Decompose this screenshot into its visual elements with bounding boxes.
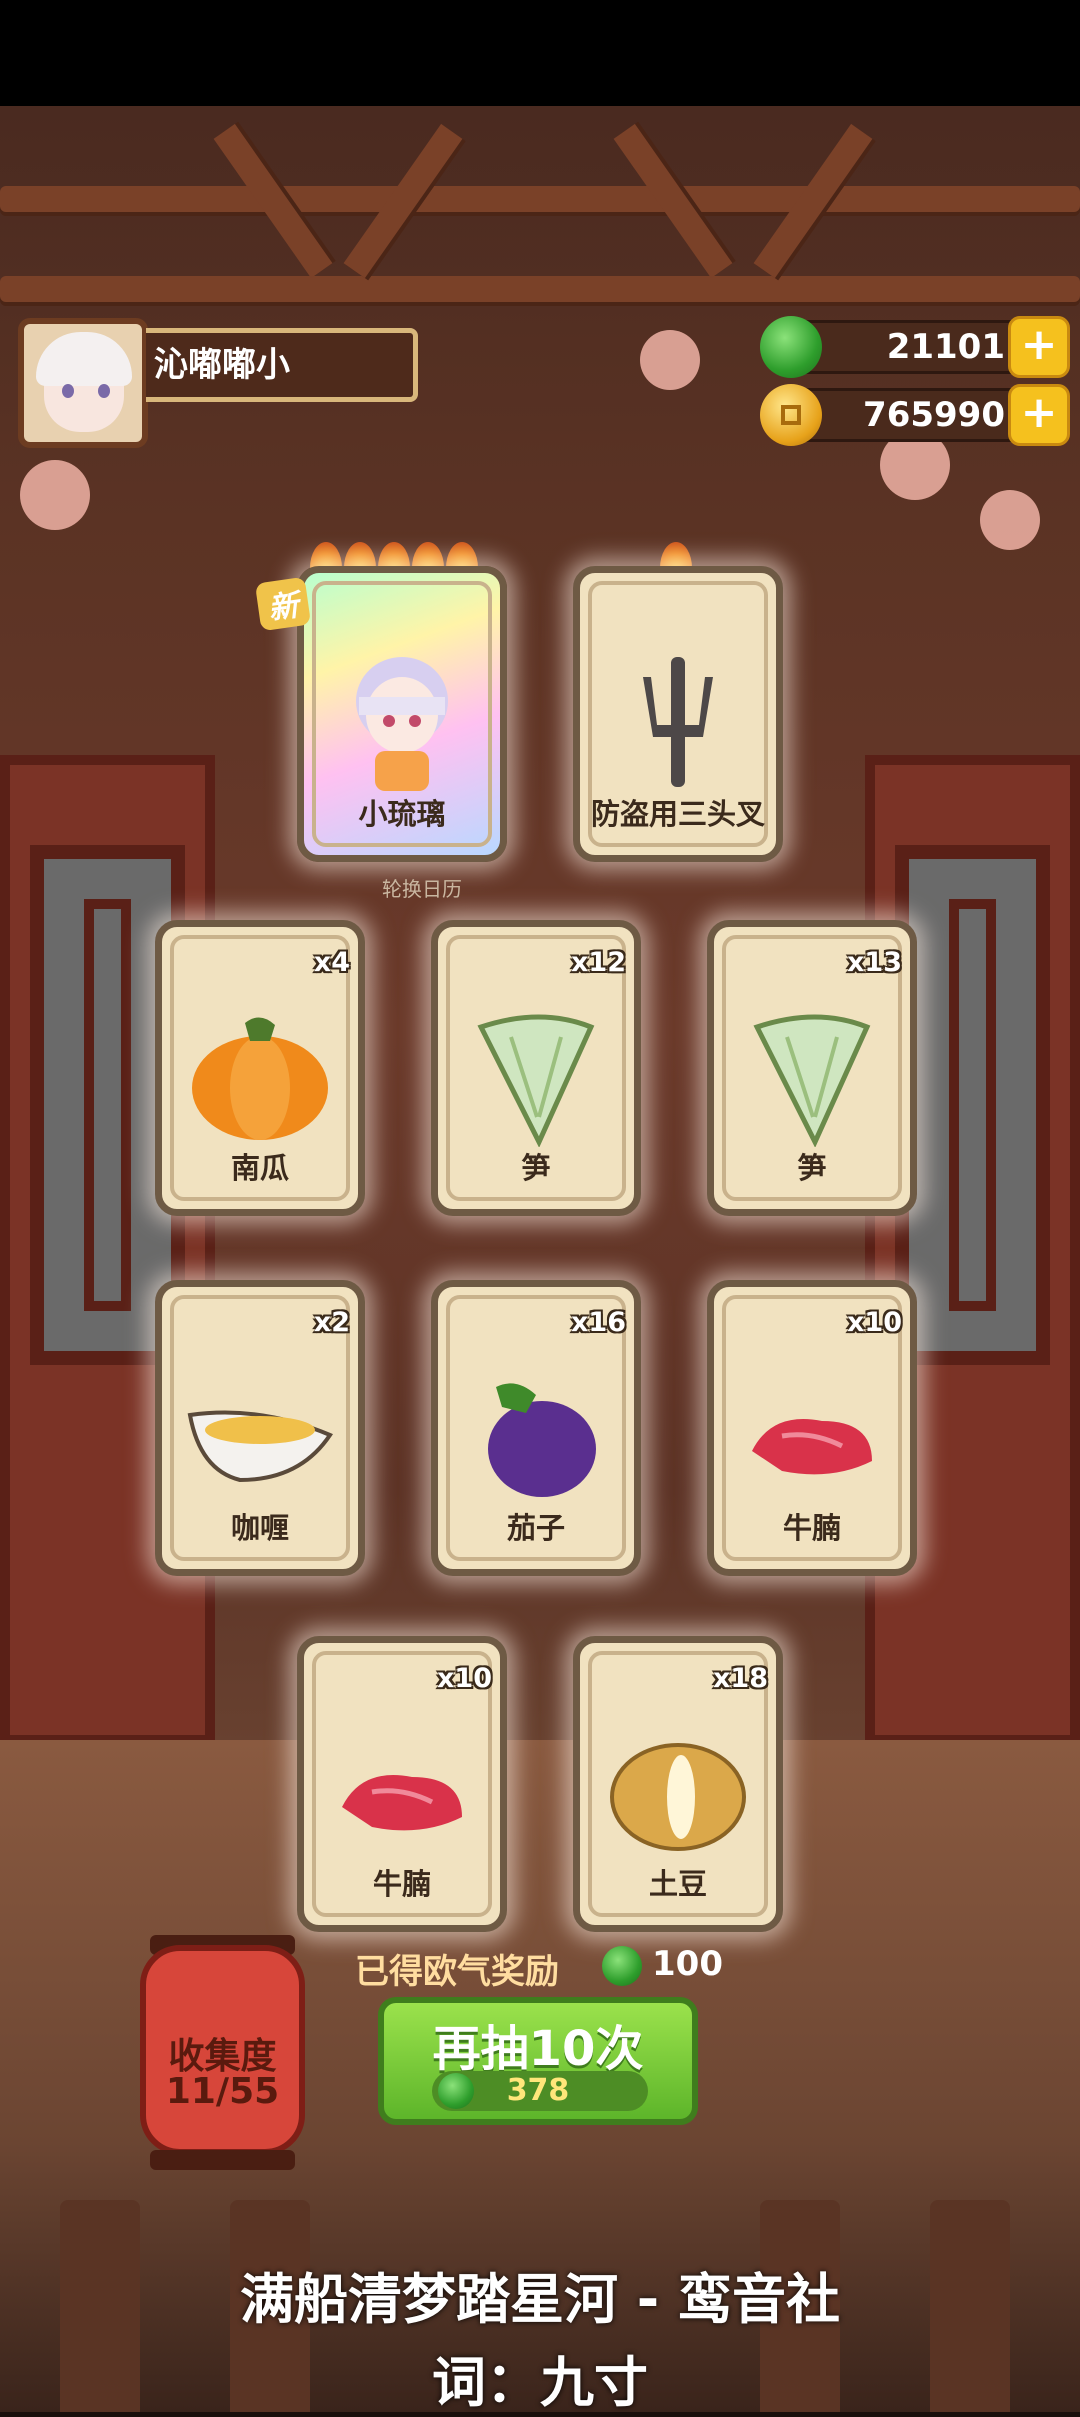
lyric-line-1: 满船清梦踏星河 - 鸾音社 bbox=[239, 2268, 840, 2331]
card-label: 小琉璃 bbox=[358, 797, 446, 831]
curry-bowl-icon bbox=[187, 1410, 333, 1482]
jade-icon bbox=[760, 316, 822, 378]
card-pumpkin[interactable]: x4 南瓜 bbox=[155, 920, 365, 1216]
bamboo-shoot-icon bbox=[753, 1014, 871, 1147]
bonus-label: 已得欧气奖励 bbox=[355, 1952, 559, 1992]
card-label: 咖喱 bbox=[230, 1511, 289, 1545]
card-label: 笋 bbox=[797, 1151, 827, 1185]
player-avatar[interactable] bbox=[18, 318, 148, 448]
card-label: 茄子 bbox=[506, 1511, 565, 1545]
roof-beam bbox=[0, 276, 1080, 302]
bonus-value: 100 bbox=[652, 1944, 723, 1984]
jade-icon bbox=[602, 1946, 642, 1986]
add-jade-button[interactable]: + bbox=[1008, 316, 1070, 378]
card-label: 牛腩 bbox=[372, 1867, 431, 1901]
eggplant-icon bbox=[488, 1382, 596, 1497]
character-art bbox=[356, 656, 448, 791]
card-label: 防盗用三头叉 bbox=[590, 797, 765, 831]
blossom-decoration bbox=[640, 330, 700, 390]
card-qty: x4 bbox=[313, 947, 350, 978]
calendar-label: 轮换日历 bbox=[382, 877, 462, 901]
draw-again-button[interactable]: 再抽10次 378 bbox=[378, 1997, 698, 2125]
blossom-decoration bbox=[980, 490, 1040, 550]
draw-cost-value: 378 bbox=[506, 2073, 570, 2108]
card-potato[interactable]: x18 土豆 bbox=[573, 1636, 783, 1932]
blossom-decoration bbox=[20, 460, 90, 530]
card-label: 南瓜 bbox=[230, 1151, 289, 1185]
card-label: 牛腩 bbox=[782, 1511, 841, 1545]
card-qty: x10 bbox=[847, 1307, 902, 1338]
card-qty: x16 bbox=[571, 1307, 626, 1338]
card-trident[interactable]: 防盗用三头叉 bbox=[573, 566, 783, 862]
roof-beam bbox=[0, 186, 1080, 212]
avatar-eye bbox=[98, 384, 110, 398]
avatar-hair bbox=[36, 332, 132, 386]
card-beef-brisket[interactable]: x10 牛腩 bbox=[707, 1280, 917, 1576]
card-xiaoliuli[interactable]: 小琉璃 bbox=[297, 566, 507, 862]
beef-icon bbox=[752, 1418, 872, 1474]
bamboo-shoot-icon bbox=[477, 1014, 595, 1147]
card-qty: x12 bbox=[571, 947, 626, 978]
jade-currency: 21101 + bbox=[760, 316, 1070, 378]
add-coin-button[interactable]: + bbox=[1008, 384, 1070, 446]
card-qty: x13 bbox=[847, 947, 902, 978]
left-door-panel bbox=[0, 755, 215, 1745]
coin-currency: 765990 + bbox=[760, 384, 1070, 446]
player-name: 沁嘟嘟小 bbox=[146, 328, 418, 402]
avatar-eye bbox=[62, 384, 74, 398]
new-badge: 新 bbox=[254, 576, 312, 632]
card-curry[interactable]: x2 咖喱 bbox=[155, 1280, 365, 1576]
card-label: 笋 bbox=[521, 1151, 551, 1185]
card-qty: x10 bbox=[437, 1663, 492, 1694]
pumpkin-icon bbox=[192, 1017, 328, 1140]
card-bamboo-shoot[interactable]: x12 笋 bbox=[431, 920, 641, 1216]
beef-icon bbox=[342, 1774, 462, 1830]
card-qty: x18 bbox=[713, 1663, 768, 1694]
status-bar bbox=[0, 0, 1080, 106]
jade-value: 21101 bbox=[790, 320, 1040, 374]
collection-progress: 11/55 bbox=[165, 2071, 280, 2112]
lyric-line-2: 词：九寸 bbox=[432, 2351, 648, 2414]
card-bamboo-shoot[interactable]: x13 笋 bbox=[707, 920, 917, 1216]
card-beef-brisket[interactable]: x10 牛腩 bbox=[297, 1636, 507, 1932]
potato-icon bbox=[610, 1742, 746, 1851]
right-door-panel bbox=[865, 755, 1080, 1745]
coin-icon bbox=[760, 384, 822, 446]
card-label: 土豆 bbox=[648, 1867, 707, 1901]
card-eggplant[interactable]: x16 茄子 bbox=[431, 1280, 641, 1576]
lantern-base bbox=[150, 2150, 295, 2170]
coin-value: 765990 bbox=[790, 388, 1040, 442]
card-qty: x2 bbox=[313, 1307, 350, 1338]
trident-icon bbox=[643, 656, 713, 787]
collection-lantern[interactable]: 收集度 11/55 bbox=[140, 1945, 305, 2155]
draw-button-label: 再抽10次 bbox=[432, 2021, 644, 2077]
